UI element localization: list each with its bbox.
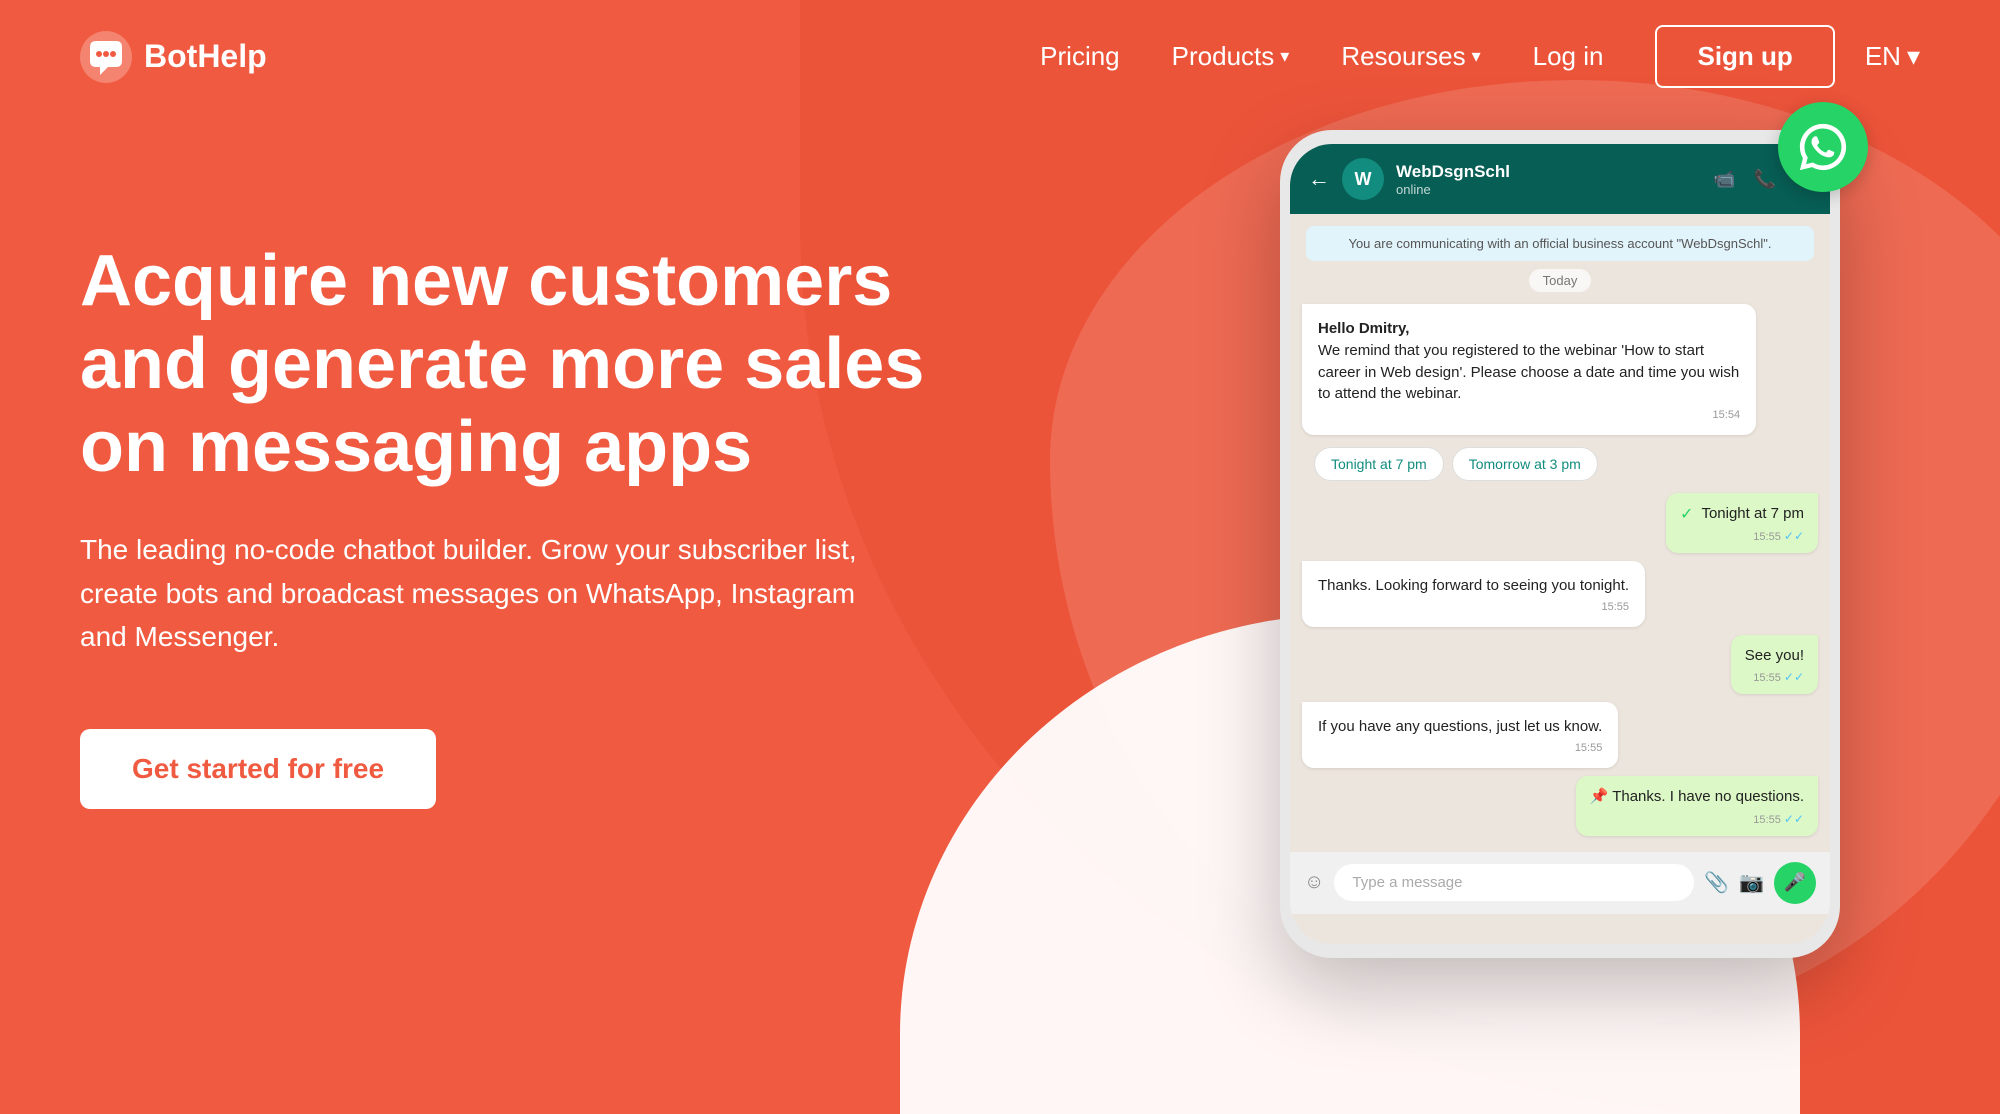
signup-button[interactable]: Sign up xyxy=(1655,25,1834,88)
chat-bubble-outgoing-seeyou: See you! 15:55 ✓✓ xyxy=(1731,635,1818,695)
chat-bubble-outgoing-noquestions: 📌Thanks. I have no questions. 15:55 ✓✓ xyxy=(1576,776,1818,836)
contact-avatar: W xyxy=(1342,158,1384,200)
hero-section: BotHelp Pricing Products ▾ Resourses ▾ L… xyxy=(0,0,2000,1114)
main-header: BotHelp Pricing Products ▾ Resourses ▾ L… xyxy=(0,0,2000,113)
bubble-time: 15:55 ✓✓ xyxy=(1745,670,1804,684)
phone-mockup: ← W WebDsgnSchl online 📹 📞 ⋮ You are com… xyxy=(1280,130,1840,958)
wa-official-notice: You are communicating with an official b… xyxy=(1306,226,1814,261)
camera-icon: 📷 xyxy=(1739,870,1764,895)
qr-tomorrow[interactable]: Tomorrow at 3 pm xyxy=(1452,447,1598,481)
attachment-icon: 📎 xyxy=(1704,870,1729,895)
hero-subtext: The leading no-code chatbot builder. Gro… xyxy=(80,528,860,658)
bubble-text: Thanks. Looking forward to seeing you to… xyxy=(1318,575,1629,597)
chat-bubble-outgoing-selected: ✓ Tonight at 7 pm 15:55 ✓✓ xyxy=(1666,493,1818,553)
date-badge: Today xyxy=(1529,269,1592,292)
bubble-text: See you! xyxy=(1745,645,1804,667)
double-check-icon: ✓✓ xyxy=(1784,529,1804,543)
logo-area[interactable]: BotHelp xyxy=(80,31,267,83)
chat-messages: Hello Dmitry, We remind that you registe… xyxy=(1290,296,1830,844)
mic-button[interactable]: 🎤 xyxy=(1774,862,1816,904)
outgoing-noquestions-row: 📌Thanks. I have no questions. 15:55 ✓✓ xyxy=(1302,776,1818,836)
contact-name: WebDsgnSchl xyxy=(1396,162,1701,182)
bubble-time: 15:55 xyxy=(1318,742,1602,754)
emoji-icon: ☺ xyxy=(1304,871,1324,894)
back-arrow-icon: ← xyxy=(1308,166,1330,192)
logo-text: BotHelp xyxy=(144,38,267,75)
bubble-time: 15:55 xyxy=(1318,601,1629,613)
checkmark-icon: ✓ xyxy=(1680,504,1693,524)
chat-bubble-incoming-3: If you have any questions, just let us k… xyxy=(1302,702,1618,768)
quick-reply-buttons: Tonight at 7 pm Tomorrow at 3 pm xyxy=(1314,447,1806,481)
message-input[interactable]: Type a message xyxy=(1334,864,1694,901)
double-check-icon: ✓✓ xyxy=(1784,670,1804,684)
double-check-icon: ✓✓ xyxy=(1784,812,1804,826)
bubble-time: 15:55 ✓✓ xyxy=(1680,529,1804,543)
contact-status: online xyxy=(1396,182,1701,197)
bubble-text: If you have any questions, just let us k… xyxy=(1318,716,1602,738)
bubble-bold: Hello Dmitry, xyxy=(1318,320,1409,337)
outgoing-seeyou-row: See you! 15:55 ✓✓ xyxy=(1302,635,1818,695)
main-nav: Pricing Products ▾ Resourses ▾ Log in Si… xyxy=(1040,25,1835,88)
bubble-text: Tonight at 7 pm xyxy=(1701,503,1804,525)
wa-input-bar: ☺ Type a message 📎 📷 🎤 xyxy=(1290,852,1830,914)
call-icon: 📞 xyxy=(1754,169,1776,190)
video-icon: 📹 xyxy=(1713,169,1735,190)
logo-icon xyxy=(80,31,132,83)
chat-bubble-incoming-2: Thanks. Looking forward to seeing you to… xyxy=(1302,561,1645,627)
pin-emoji: 📌 xyxy=(1590,788,1609,805)
hero-content: Acquire new customers and generate more … xyxy=(80,240,940,809)
chat-bubble-incoming-1: Hello Dmitry, We remind that you registe… xyxy=(1302,304,1756,435)
nav-products[interactable]: Products ▾ xyxy=(1172,41,1290,72)
whatsapp-header: ← W WebDsgnSchl online 📹 📞 ⋮ xyxy=(1290,144,1830,214)
resources-chevron-icon: ▾ xyxy=(1472,46,1481,67)
hero-headline: Acquire new customers and generate more … xyxy=(80,240,940,488)
outgoing-selected-row: ✓ Tonight at 7 pm 15:55 ✓✓ xyxy=(1302,493,1818,553)
nav-login[interactable]: Log in xyxy=(1533,41,1604,72)
language-selector[interactable]: EN ▾ xyxy=(1865,41,1920,72)
bubble-text: Hello Dmitry, We remind that you registe… xyxy=(1318,318,1740,405)
qr-tonight[interactable]: Tonight at 7 pm xyxy=(1314,447,1444,481)
bubble-time: 15:55 ✓✓ xyxy=(1590,812,1804,826)
nav-resources[interactable]: Resourses ▾ xyxy=(1341,41,1480,72)
phone-inner: ← W WebDsgnSchl online 📹 📞 ⋮ You are com… xyxy=(1290,144,1830,944)
bubble-text: 📌Thanks. I have no questions. xyxy=(1590,786,1804,808)
whatsapp-float-icon xyxy=(1778,102,1868,192)
products-chevron-icon: ▾ xyxy=(1280,46,1289,67)
date-divider: Today xyxy=(1290,273,1830,288)
lang-chevron-icon: ▾ xyxy=(1907,41,1920,72)
phone-outer: ← W WebDsgnSchl online 📹 📞 ⋮ You are com… xyxy=(1280,130,1840,958)
bubble-time: 15:54 xyxy=(1318,409,1740,421)
contact-info: WebDsgnSchl online xyxy=(1396,162,1701,197)
cta-button[interactable]: Get started for free xyxy=(80,729,436,809)
nav-pricing[interactable]: Pricing xyxy=(1040,41,1119,72)
